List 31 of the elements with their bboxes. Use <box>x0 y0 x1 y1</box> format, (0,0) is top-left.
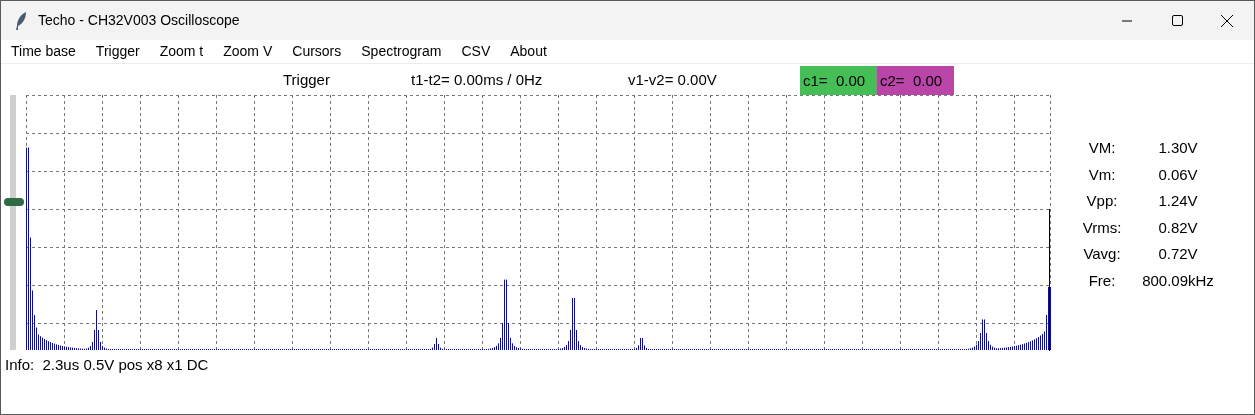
feather-icon <box>15 11 27 30</box>
time-delta-readout: t1-t2= 0.00ms / 0Hz <box>411 70 543 90</box>
measurement-label: VM: <box>1087 138 1117 158</box>
close-icon <box>1221 14 1233 27</box>
menu-item[interactable]: Cursors <box>292 41 342 62</box>
measurement-value: 0.72V <box>1157 244 1199 264</box>
cursor-readout: c1= 0.00 <box>800 66 877 95</box>
measurement-label: Vrms: <box>1081 217 1123 238</box>
menu-item[interactable]: About <box>510 41 547 62</box>
slider-thumb[interactable] <box>4 198 24 207</box>
window-title: Techo - CH32V003 Oscilloscope <box>38 11 240 30</box>
menu-item[interactable]: CSV <box>461 41 491 62</box>
menu-item[interactable]: Zoom t <box>159 41 204 62</box>
trigger-label: Trigger <box>283 70 330 90</box>
menu-item[interactable]: Time base <box>11 41 76 62</box>
maximize-icon <box>1171 15 1183 26</box>
measurement-label: Vavg: <box>1082 244 1122 264</box>
volt-delta-readout: v1-v2= 0.00V <box>628 70 717 90</box>
menu-item[interactable]: Spectrogram <box>361 41 442 62</box>
menu-item[interactable]: Zoom V <box>223 41 273 62</box>
measurement-label: Fre: <box>1087 270 1117 291</box>
measurement-value: 800.09kHz <box>1141 270 1215 291</box>
measurement-label: Vpp: <box>1085 191 1119 211</box>
measurement-label: Vm: <box>1087 164 1117 185</box>
measurement-value: 1.24V <box>1157 191 1199 211</box>
measurement-value: 1.30V <box>1157 138 1199 158</box>
info-readout: Info: 2.3us 0.5V pos x8 x1 DC <box>5 355 209 375</box>
menu-item[interactable]: Trigger <box>95 41 140 62</box>
measurement-value: 0.82V <box>1157 217 1199 238</box>
measurement-value: 0.06V <box>1157 164 1199 185</box>
cursor-readout: c2= 0.00 <box>877 66 954 95</box>
